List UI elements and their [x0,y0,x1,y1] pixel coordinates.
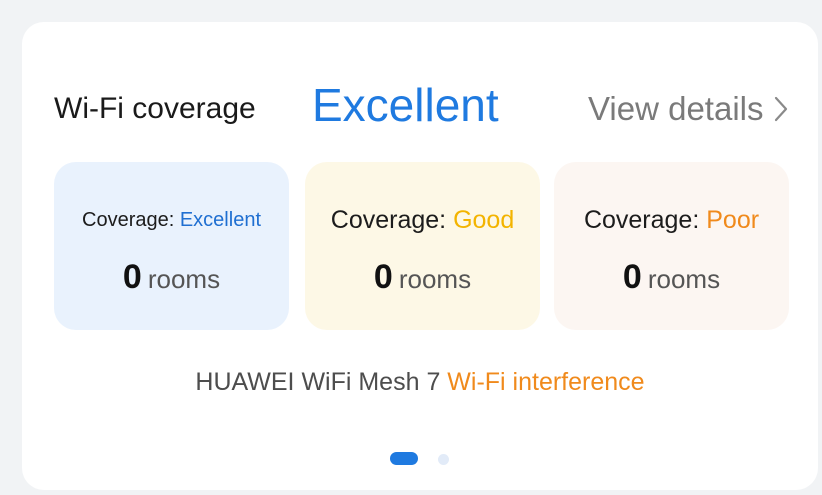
tile-room-count: 0 rooms [554,258,789,297]
tile-room-count: 0 rooms [305,258,540,297]
coverage-tile-excellent[interactable]: Coverage: Excellent 0 rooms [54,162,289,330]
coverage-tile-good[interactable]: Coverage: Good 0 rooms [305,162,540,330]
tile-coverage-text: Coverage: Poor [554,206,789,235]
page-dot-active[interactable] [390,452,418,465]
device-name: HUAWEI WiFi Mesh 7 [195,368,441,396]
tile-count: 0 [622,258,642,296]
tile-coverage-value: Good [453,206,515,234]
chevron-right-icon [774,96,787,122]
coverage-tile-poor[interactable]: Coverage: Poor 0 rooms [554,162,789,330]
tile-count: 0 [373,258,393,296]
tile-coverage-text: Coverage: Good [305,206,540,235]
tile-coverage-value: Poor [706,206,760,234]
tile-unit: rooms [647,264,721,294]
tile-room-count: 0 rooms [54,258,289,297]
tile-coverage-value: Excellent [179,209,261,231]
coverage-tiles: Coverage: Excellent 0 rooms Coverage: Goo… [54,162,789,332]
tile-coverage-text: Coverage: Excellent [54,209,289,232]
tile-coverage-label: Coverage: [583,206,707,234]
tile-unit: rooms [398,264,472,294]
tile-unit: rooms [147,264,221,294]
interference-warning[interactable]: Wi-Fi interference [447,368,644,396]
view-details-link[interactable]: View details [588,90,788,128]
tile-coverage-label: Coverage: [82,209,180,231]
card-header: Wi-Fi coverage Excellent View details [54,66,794,131]
device-status-line: HUAWEI WiFi Mesh 7 Wi-Fi interference [22,368,818,397]
tile-coverage-label: Coverage: [330,206,454,234]
view-details-label: View details [588,90,764,127]
coverage-status: Excellent [312,79,499,131]
tile-count: 0 [122,258,142,296]
page-dot-inactive[interactable] [438,454,449,465]
page-indicator [390,452,470,466]
card-title: Wi-Fi coverage [54,92,256,125]
wifi-coverage-card: Wi-Fi coverage Excellent View details Co… [22,22,818,490]
